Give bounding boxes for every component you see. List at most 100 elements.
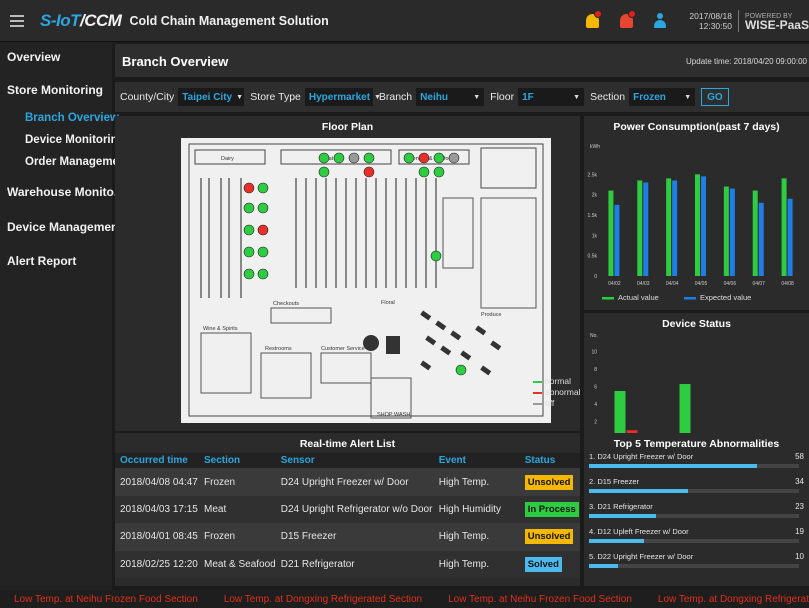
legend-swatch <box>684 297 696 300</box>
list-item[interactable]: 5. D22 Upright Freezer w/ Door 10 <box>589 552 804 574</box>
alert-table: Occurred time Section Sensor Event Statu… <box>115 453 580 578</box>
item-value: 19 <box>795 527 804 536</box>
sensor-dot-normal[interactable] <box>243 202 255 214</box>
floor-plan-map: Dairy Meat Service & Seafood Checkouts P… <box>181 138 551 423</box>
legend-label: Actual value <box>618 293 659 302</box>
sensor-dot-normal[interactable] <box>433 152 445 164</box>
sensor-dot-normal[interactable] <box>333 152 345 164</box>
cell-sensor: D15 Freezer <box>275 523 434 551</box>
cell-status: Solved <box>519 550 580 578</box>
y-axis-label: kWh <box>590 144 600 150</box>
y-tick-label: 1k <box>592 233 598 239</box>
sensor-dot-normal[interactable] <box>418 166 430 178</box>
sensor-dot-normal[interactable] <box>243 224 255 236</box>
sidebar-item-device-management[interactable]: Device Management <box>0 220 122 234</box>
sidebar-item-order-management[interactable]: Order Management <box>0 156 130 168</box>
status-badge[interactable]: Unsolved <box>524 529 574 545</box>
list-item[interactable]: 1. D24 Upright Freezer w/ Door 58 <box>589 452 804 474</box>
chart-bar <box>787 198 793 276</box>
sensor-dot-off[interactable] <box>348 152 360 164</box>
chart-bar <box>614 391 626 439</box>
floor-select[interactable]: 1F ▼ <box>518 88 585 106</box>
sensor-dot-normal[interactable] <box>430 250 442 262</box>
sensor-dot-normal[interactable] <box>403 152 415 164</box>
top5-abnormalities-panel: Top 5 Temperature Abnormalities 1. D24 U… <box>584 433 809 586</box>
sensor-dot-off[interactable] <box>448 152 460 164</box>
sensor-dot-normal[interactable] <box>243 268 255 280</box>
ticker-message[interactable]: Low Temp. at Dongxing Refrigerated Secti… <box>658 594 809 605</box>
cell-time: 2018/02/25 12:20 <box>115 550 199 578</box>
chevron-down-icon: ▼ <box>236 93 244 101</box>
sensor-dot-normal[interactable] <box>455 364 467 376</box>
county-select[interactable]: Taipei City ▼ <box>178 88 245 106</box>
y-tick-label: 0.5k <box>588 254 598 260</box>
item-value: 23 <box>795 502 804 511</box>
alarm-bell-icon[interactable] <box>615 10 637 32</box>
sensor-dot-abnormal[interactable] <box>243 182 255 194</box>
ticker-message[interactable]: Low Temp. at Neihu Frozen Food Section <box>14 594 198 605</box>
sensor-dot-normal[interactable] <box>257 182 269 194</box>
table-row[interactable]: 2018/02/25 12:20 Meat & Seafood D21 Refrig… <box>115 550 580 578</box>
main-content: Branch Overview Update time: 2018/04/20 … <box>112 42 809 590</box>
table-row[interactable]: 2018/04/03 17:15 Meat D24 Upright Refriger… <box>115 495 580 523</box>
list-item[interactable]: 2. D15 Freezer 34 <box>589 477 804 499</box>
branch-select[interactable]: Neihu ▼ <box>416 88 485 106</box>
cell-status: Unsolved <box>519 468 580 496</box>
warning-bell-icon[interactable] <box>581 10 603 32</box>
ticker-message[interactable]: Low Temp. at Neihu Frozen Food Section <box>448 594 632 605</box>
status-badge[interactable]: Unsolved <box>524 474 574 490</box>
go-button[interactable]: GO <box>701 88 729 106</box>
area-label-produce: Produce <box>481 312 502 318</box>
chart-bar <box>695 174 700 276</box>
branch-label: Branch <box>378 91 413 103</box>
sidebar-item-store-monitoring[interactable]: Store Monitoring <box>0 83 103 97</box>
area-label-floral: Floral <box>381 300 395 306</box>
ticker-message[interactable]: Low Temp. at Dongxing Refrigerated Secti… <box>224 594 422 605</box>
cell-sensor: D24 Upright Freezer w/ Door <box>275 468 434 496</box>
progress-fill <box>589 564 618 568</box>
sensor-dot-abnormal[interactable] <box>257 224 269 236</box>
sensor-dot-abnormal[interactable] <box>418 152 430 164</box>
sensor-dot-normal[interactable] <box>363 152 375 164</box>
app-logo: S-IoT/CCM <box>40 10 122 30</box>
column-header: Occurred time <box>115 453 199 469</box>
status-badge[interactable]: Solved <box>524 556 562 572</box>
sensor-dot-normal[interactable] <box>257 202 269 214</box>
section-select[interactable]: Frozen ▼ <box>629 88 696 106</box>
sensor-dot-abnormal[interactable] <box>363 166 375 178</box>
cell-sensor: D24 Upright Refrigerator w/o Door <box>275 495 434 523</box>
chart-bar <box>729 188 735 276</box>
floor-plan-panel: Floor Plan Dairy Service & Seafood Check… <box>115 116 580 431</box>
powered-by-logo: POWERED BY WISE-PaaS <box>744 13 809 32</box>
store-type-select[interactable]: Hypermarket ▼ <box>304 88 381 106</box>
sidebar-item-overview[interactable]: Overview <box>0 50 60 64</box>
x-tick-label: 04/04 <box>666 281 679 287</box>
sidebar-item-device-monitoring[interactable]: Device Monitoring <box>0 134 125 146</box>
floor-plan-legend: normal abnormal off <box>533 376 580 409</box>
sidebar-item-warehouse-monitoring[interactable]: Warehouse Monito... <box>0 185 124 199</box>
sidebar-item-branch-overview[interactable]: Branch Overview <box>0 112 119 124</box>
table-row[interactable]: 2018/04/08 04:47 Frozen D24 Upright Freeze… <box>115 468 580 496</box>
user-icon[interactable] <box>649 10 671 32</box>
menu-icon[interactable] <box>10 10 32 32</box>
item-value: 10 <box>795 552 804 561</box>
chart-bar <box>781 178 787 276</box>
sidebar-item-alert-report[interactable]: Alert Report <box>0 254 76 268</box>
sensor-dot-normal[interactable] <box>243 246 255 258</box>
list-item[interactable]: 3. D21 Refrigerator 23 <box>589 502 804 524</box>
table-row[interactable]: 2018/04/01 08:45 Frozen D15 Freezer High Te… <box>115 523 580 551</box>
alert-ticker: Low Temp. at Neihu Frozen Food Section L… <box>0 590 809 608</box>
item-label: 4. D12 Upleft Freezer w/ Door <box>589 527 689 536</box>
chart-bar <box>672 180 678 276</box>
chart-bar <box>679 384 691 439</box>
chart-bar <box>614 204 620 276</box>
area-label-dairy: Dairy <box>221 156 234 162</box>
list-item[interactable]: 4. D12 Upleft Freezer w/ Door 19 <box>589 527 804 549</box>
y-axis-label: No. <box>590 333 598 339</box>
sensor-dot-normal[interactable] <box>318 166 330 178</box>
sensor-dot-normal[interactable] <box>318 152 330 164</box>
sensor-dot-normal[interactable] <box>257 246 269 258</box>
status-badge[interactable]: In Process <box>524 501 579 517</box>
sensor-dot-normal[interactable] <box>257 268 269 280</box>
sensor-dot-normal[interactable] <box>433 166 445 178</box>
